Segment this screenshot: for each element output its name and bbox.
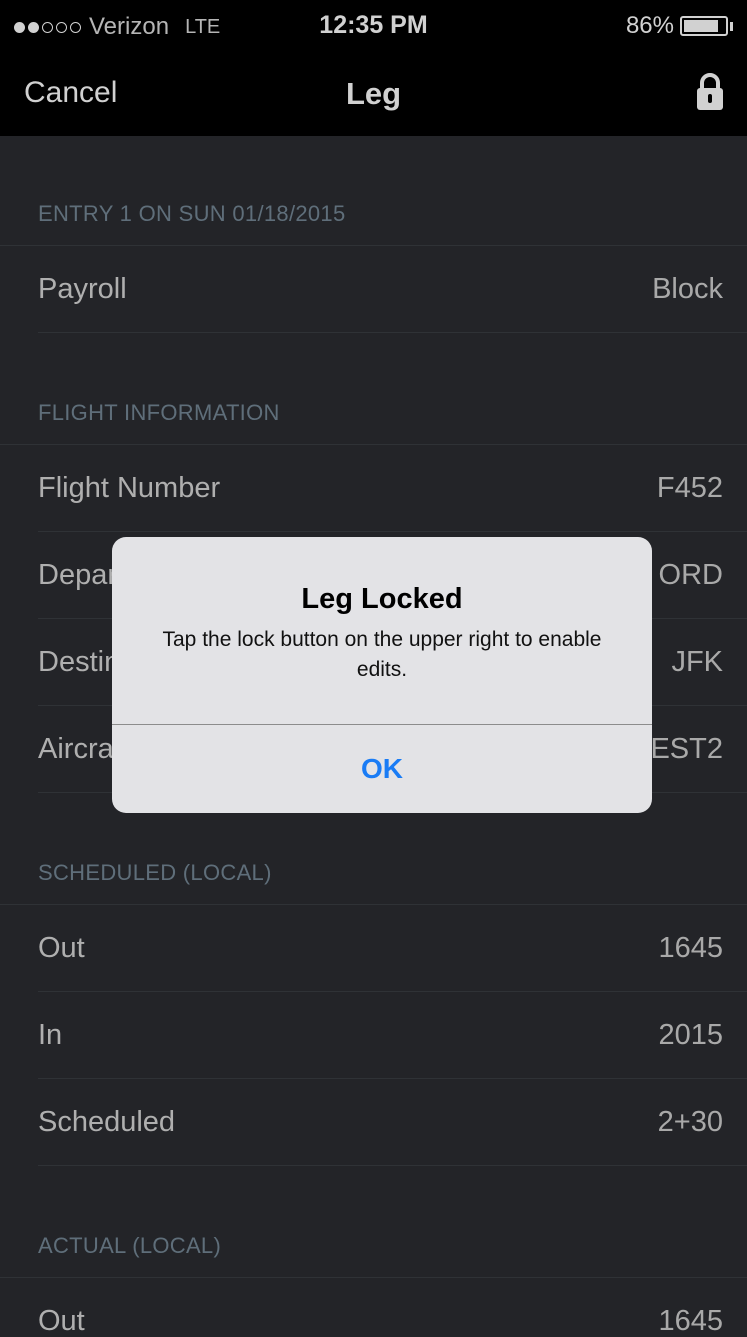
ok-button[interactable]: OK <box>112 725 652 813</box>
alert-message: Tap the lock button on the upper right t… <box>162 628 602 681</box>
leg-screen: Verizon LTE 12:35 PM 86% Cancel Leg ENTR… <box>0 0 747 1337</box>
alert-title: Leg Locked <box>301 583 463 615</box>
leg-locked-alert: Leg Locked Tap the lock button on the up… <box>112 537 652 813</box>
